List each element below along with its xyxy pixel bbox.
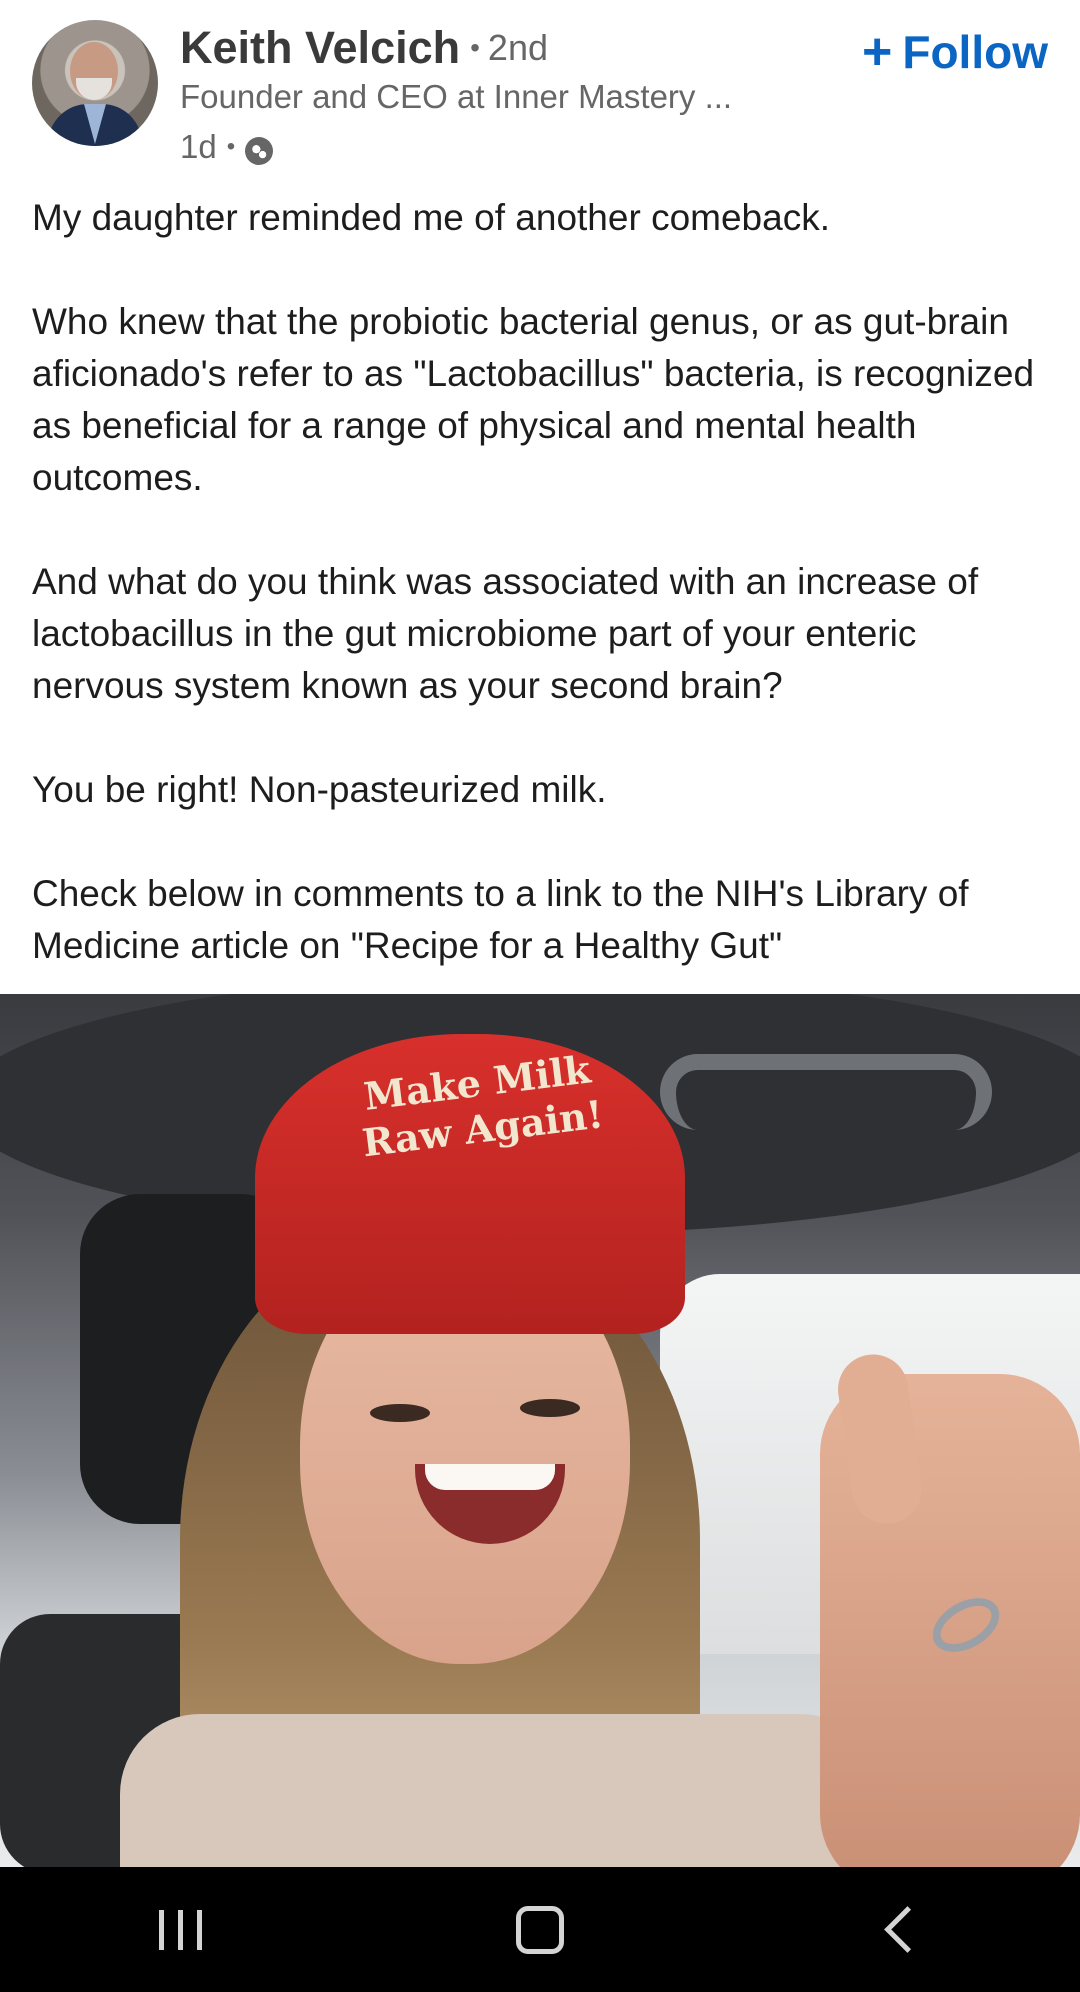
post-paragraph: You be right! Non-pasteurized milk.	[32, 769, 607, 810]
teeth	[425, 1464, 555, 1490]
author-headline: Founder and CEO at Inner Mastery ...	[180, 78, 733, 115]
post-paragraph: Check below in comments to a link to the…	[32, 873, 969, 966]
separator-dot: •	[226, 133, 236, 160]
system-navbar	[0, 1867, 1080, 1992]
author-name-line: Keith Velcich • 2nd	[180, 20, 548, 76]
sweater	[120, 1714, 880, 1867]
connection-degree: 2nd	[487, 27, 548, 68]
recents-icon	[158, 1909, 202, 1950]
grab-handle	[660, 1054, 992, 1130]
follow-button[interactable]: + Follow	[862, 24, 1048, 80]
post-paragraph: My daughter reminded me of another comeb…	[32, 197, 830, 238]
author-name[interactable]: Keith Velcich	[180, 22, 460, 74]
follow-label: Follow	[902, 26, 1048, 78]
post-header: Keith Velcich • 2nd Founder and CEO at I…	[0, 0, 1080, 170]
back-button[interactable]	[840, 1890, 960, 1970]
post-meta: 1d •	[180, 124, 274, 170]
post-text: My daughter reminded me of another comeb…	[32, 192, 1052, 972]
home-icon	[516, 1905, 564, 1954]
back-icon	[883, 1906, 931, 1953]
plus-icon: +	[861, 23, 893, 81]
post-paragraph: And what do you think was associated wit…	[32, 561, 979, 706]
post-image[interactable]: Make Milk Raw Again!	[0, 994, 1080, 1867]
recents-button[interactable]	[120, 1890, 240, 1970]
post-paragraph: Who knew that the probiotic bacterial ge…	[32, 301, 1035, 498]
separator-dot: •	[470, 32, 480, 63]
globe-icon	[245, 137, 274, 165]
post-time: 1d	[180, 128, 217, 165]
left-eye	[370, 1404, 430, 1422]
right-eye	[520, 1399, 580, 1417]
author-avatar[interactable]	[32, 20, 158, 146]
home-button[interactable]	[480, 1890, 600, 1970]
